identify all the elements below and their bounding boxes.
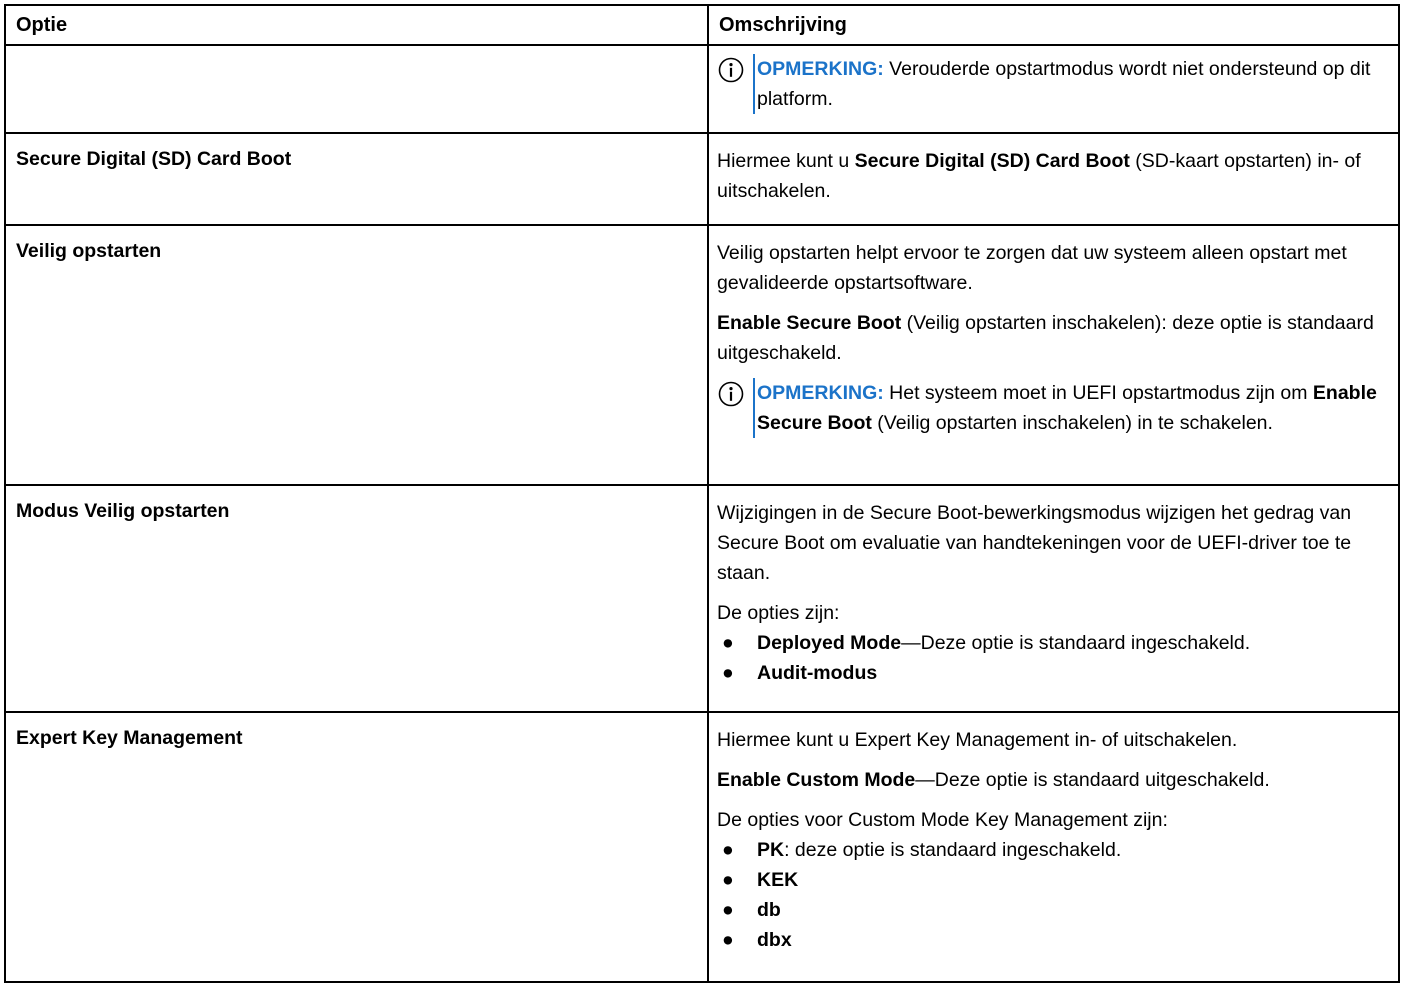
text-span: : deze optie is standaard ingeschakeld.: [784, 839, 1122, 861]
description-paragraph: Veilig opstarten helpt ervoor te zorgen …: [717, 242, 1347, 294]
table-row: Veilig opstarten Veilig opstarten helpt …: [4, 224, 1400, 486]
list-item: ● Audit-modus: [717, 658, 1390, 688]
note-body: OPMERKING: Verouderde opstartmodus wordt…: [753, 54, 1390, 114]
column-header-description: Omschrijving: [707, 4, 1400, 46]
description-cell: Hiermee kunt u Secure Digital (SD) Card …: [707, 132, 1400, 226]
description-paragraph: Wijzigingen in de Secure Boot-bewerkings…: [717, 502, 1352, 584]
table-row: Modus Veilig opstarten Wijzigingen in de…: [4, 484, 1400, 713]
bullet-icon: ●: [722, 899, 734, 921]
list-item: ● dbx: [717, 925, 1390, 955]
list-item: ● PK: deze optie is standaard ingeschakel…: [717, 835, 1390, 865]
list-item: ● KEK: [717, 865, 1390, 895]
note-body: OPMERKING: Het systeem moet in UEFI opst…: [753, 378, 1390, 438]
description-cell: OPMERKING: Verouderde opstartmodus wordt…: [707, 44, 1400, 134]
bullet-icon: ●: [722, 869, 734, 891]
description-paragraph: Hiermee kunt u Secure Digital (SD) Card …: [717, 146, 1390, 206]
bold-term: Enable Secure Boot: [717, 312, 902, 334]
info-circle-icon: [717, 54, 753, 114]
bullet-icon: ●: [722, 632, 734, 654]
description-paragraph: De opties voor Custom Mode Key Managemen…: [717, 809, 1168, 831]
bullet-icon: ●: [722, 929, 734, 951]
description-cell: Wijzigingen in de Secure Boot-bewerkings…: [707, 484, 1400, 713]
options-table: Optie Omschrijving OPMERKING: Verouderde…: [4, 4, 1400, 983]
bold-term: db: [757, 899, 781, 921]
text-span: Hiermee kunt u: [717, 150, 855, 172]
option-list: ● PK: deze optie is standaard ingeschakel…: [717, 835, 1390, 955]
bullet-icon: ●: [722, 662, 734, 684]
column-header-option: Optie: [4, 4, 709, 46]
table-row: Secure Digital (SD) Card Boot Hiermee ku…: [4, 132, 1400, 226]
note-block: OPMERKING: Het systeem moet in UEFI opst…: [717, 378, 1390, 438]
bold-term: dbx: [757, 929, 792, 951]
table-row: OPMERKING: Verouderde opstartmodus wordt…: [4, 44, 1400, 134]
option-cell: [4, 44, 709, 134]
note-label: OPMERKING:: [757, 382, 884, 404]
description-paragraph: Hiermee kunt u Expert Key Management in-…: [717, 729, 1238, 751]
note-text: (Veilig opstarten inschakelen) in te sch…: [871, 412, 1273, 434]
list-item: ● Deployed Mode—Deze optie is standaard i…: [717, 628, 1390, 658]
note-text: Het systeem moet in UEFI opstartmodus zi…: [883, 382, 1313, 404]
text-span: —Deze optie is standaard ingeschakeld.: [901, 632, 1251, 654]
note-label: OPMERKING:: [757, 58, 884, 80]
option-cell: Expert Key Management: [4, 711, 709, 983]
note-block: OPMERKING: Verouderde opstartmodus wordt…: [717, 54, 1390, 114]
list-item: ● db: [717, 895, 1390, 925]
bold-term: KEK: [757, 869, 799, 891]
text-span: —Deze optie is standaard uitgeschakeld.: [915, 769, 1270, 791]
bold-term: PK: [757, 839, 785, 861]
option-cell: Modus Veilig opstarten: [4, 484, 709, 713]
description-paragraph: Enable Secure Boot (Veilig opstarten ins…: [717, 308, 1390, 368]
bold-term: Deployed Mode: [757, 632, 902, 654]
description-paragraph: De opties zijn:: [717, 602, 840, 624]
description-cell: Veilig opstarten helpt ervoor te zorgen …: [707, 224, 1400, 486]
option-cell: Secure Digital (SD) Card Boot: [4, 132, 709, 226]
description-cell: Hiermee kunt u Expert Key Management in-…: [707, 711, 1400, 983]
option-list: ● Deployed Mode—Deze optie is standaard i…: [717, 628, 1390, 688]
table-row: Expert Key Management Hiermee kunt u Exp…: [4, 711, 1400, 983]
bold-term: Secure Digital (SD) Card Boot: [854, 150, 1130, 172]
bold-term: Audit-modus: [757, 662, 878, 684]
bullet-icon: ●: [722, 839, 734, 861]
table-header-row: Optie Omschrijving: [4, 4, 1400, 46]
bold-term: Enable Custom Mode: [717, 769, 916, 791]
info-circle-icon: [717, 378, 753, 438]
description-paragraph: Enable Custom Mode—Deze optie is standaa…: [717, 765, 1390, 795]
option-cell: Veilig opstarten: [4, 224, 709, 486]
